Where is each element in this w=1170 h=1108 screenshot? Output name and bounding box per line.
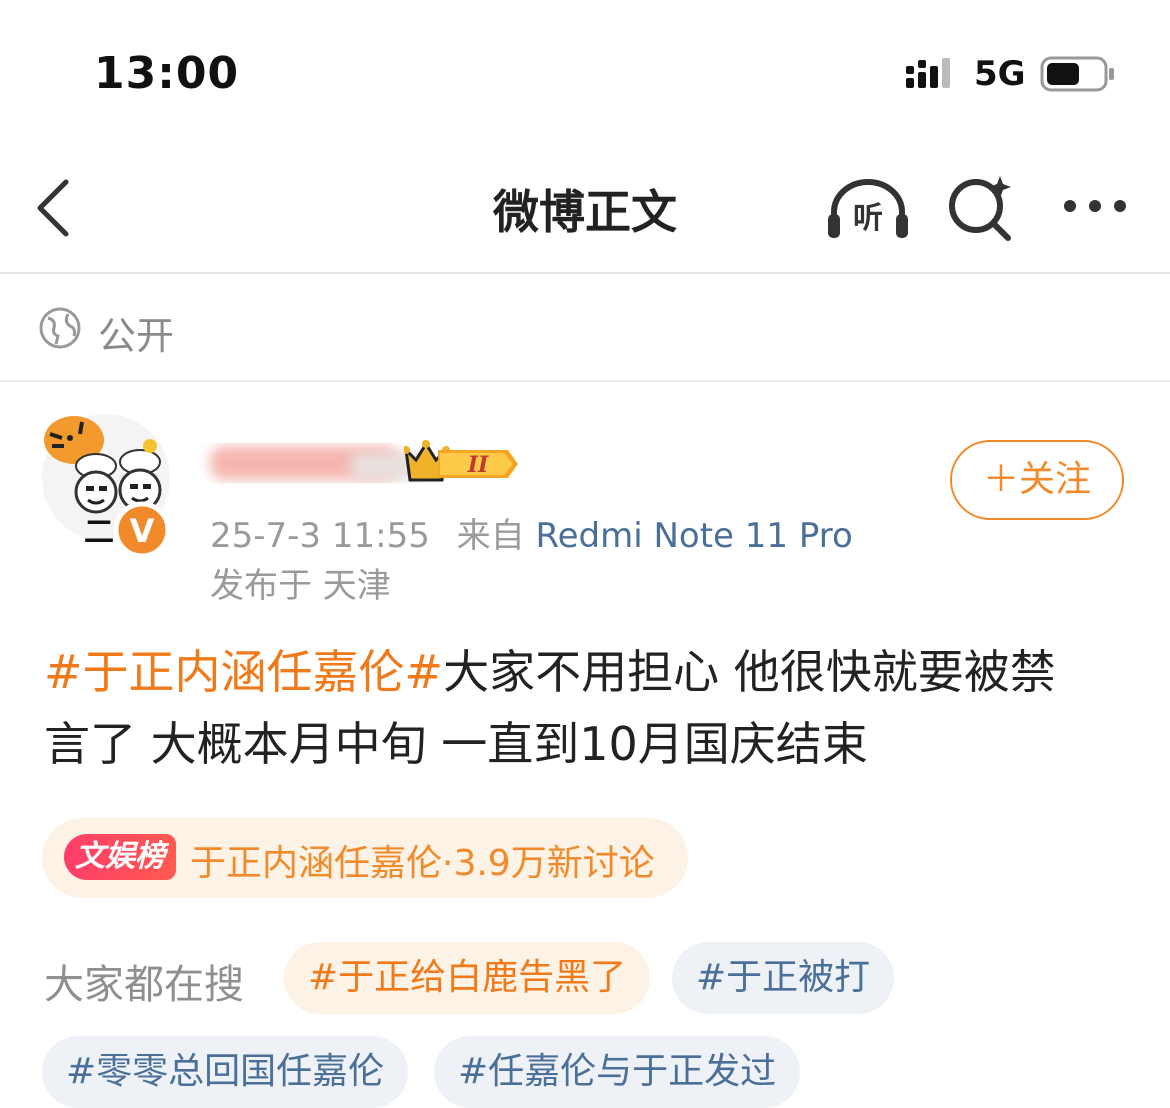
cellular-signal-icon (906, 58, 950, 88)
post-content: #于正内涵任嘉伦#大家不用担心 他很快就要被禁 言了 大概本月中旬 一直到10月… (44, 636, 1124, 780)
search-chip[interactable]: #任嘉伦与于正发过 (434, 1036, 801, 1108)
headphones-icon: 听 (828, 179, 908, 238)
network-type: 5G (974, 54, 1026, 94)
more-options-icon[interactable] (1060, 192, 1130, 220)
verified-mark: V (130, 512, 155, 550)
post-time: 25-7-3 11:55 (210, 516, 430, 556)
search-chip[interactable]: #零零总回国任嘉伦 (42, 1036, 409, 1108)
trending-badge: 文娱榜 (64, 834, 176, 880)
avatar-text: 二 (84, 515, 114, 550)
member-crown-icon: II (404, 440, 518, 482)
search-chip[interactable]: #于正给白鹿告黑了 (284, 942, 651, 1014)
hashtag-link[interactable]: #于正内涵任嘉伦# (44, 645, 443, 699)
post-text-line1: 大家不用担心 他很快就要被禁 (443, 645, 1056, 699)
from-label: 来自 (456, 516, 525, 556)
post-text-line2: 言了 大概本月中旬 一直到10月国庆结束 (44, 717, 868, 771)
battery-icon (1040, 56, 1114, 92)
device-link[interactable]: Redmi Note 11 Pro (535, 516, 852, 556)
hot-searches-label: 大家都在搜 (44, 962, 244, 1008)
listen-label: 听 (853, 201, 883, 236)
search-icon[interactable] (946, 172, 1016, 242)
post-meta: 25-7-3 11:55 来自 Redmi Note 11 Pro (210, 508, 853, 557)
follow-button[interactable]: ＋关注 (950, 440, 1124, 520)
listen-button[interactable]: 听 (826, 176, 910, 242)
visibility-label: 公开 (98, 314, 175, 358)
nav-divider (0, 272, 1170, 274)
status-time: 13:00 (94, 48, 240, 99)
globe-icon (39, 307, 81, 349)
search-chip[interactable]: #于正被打 (672, 942, 895, 1014)
section-divider (0, 380, 1170, 382)
verified-badge-icon: V (113, 501, 171, 559)
trending-topic-text[interactable]: 于正内涵任嘉伦·3.9万新讨论 (190, 834, 655, 886)
post-location: 发布于 天津 (210, 566, 391, 606)
svg-text:II: II (467, 452, 489, 478)
